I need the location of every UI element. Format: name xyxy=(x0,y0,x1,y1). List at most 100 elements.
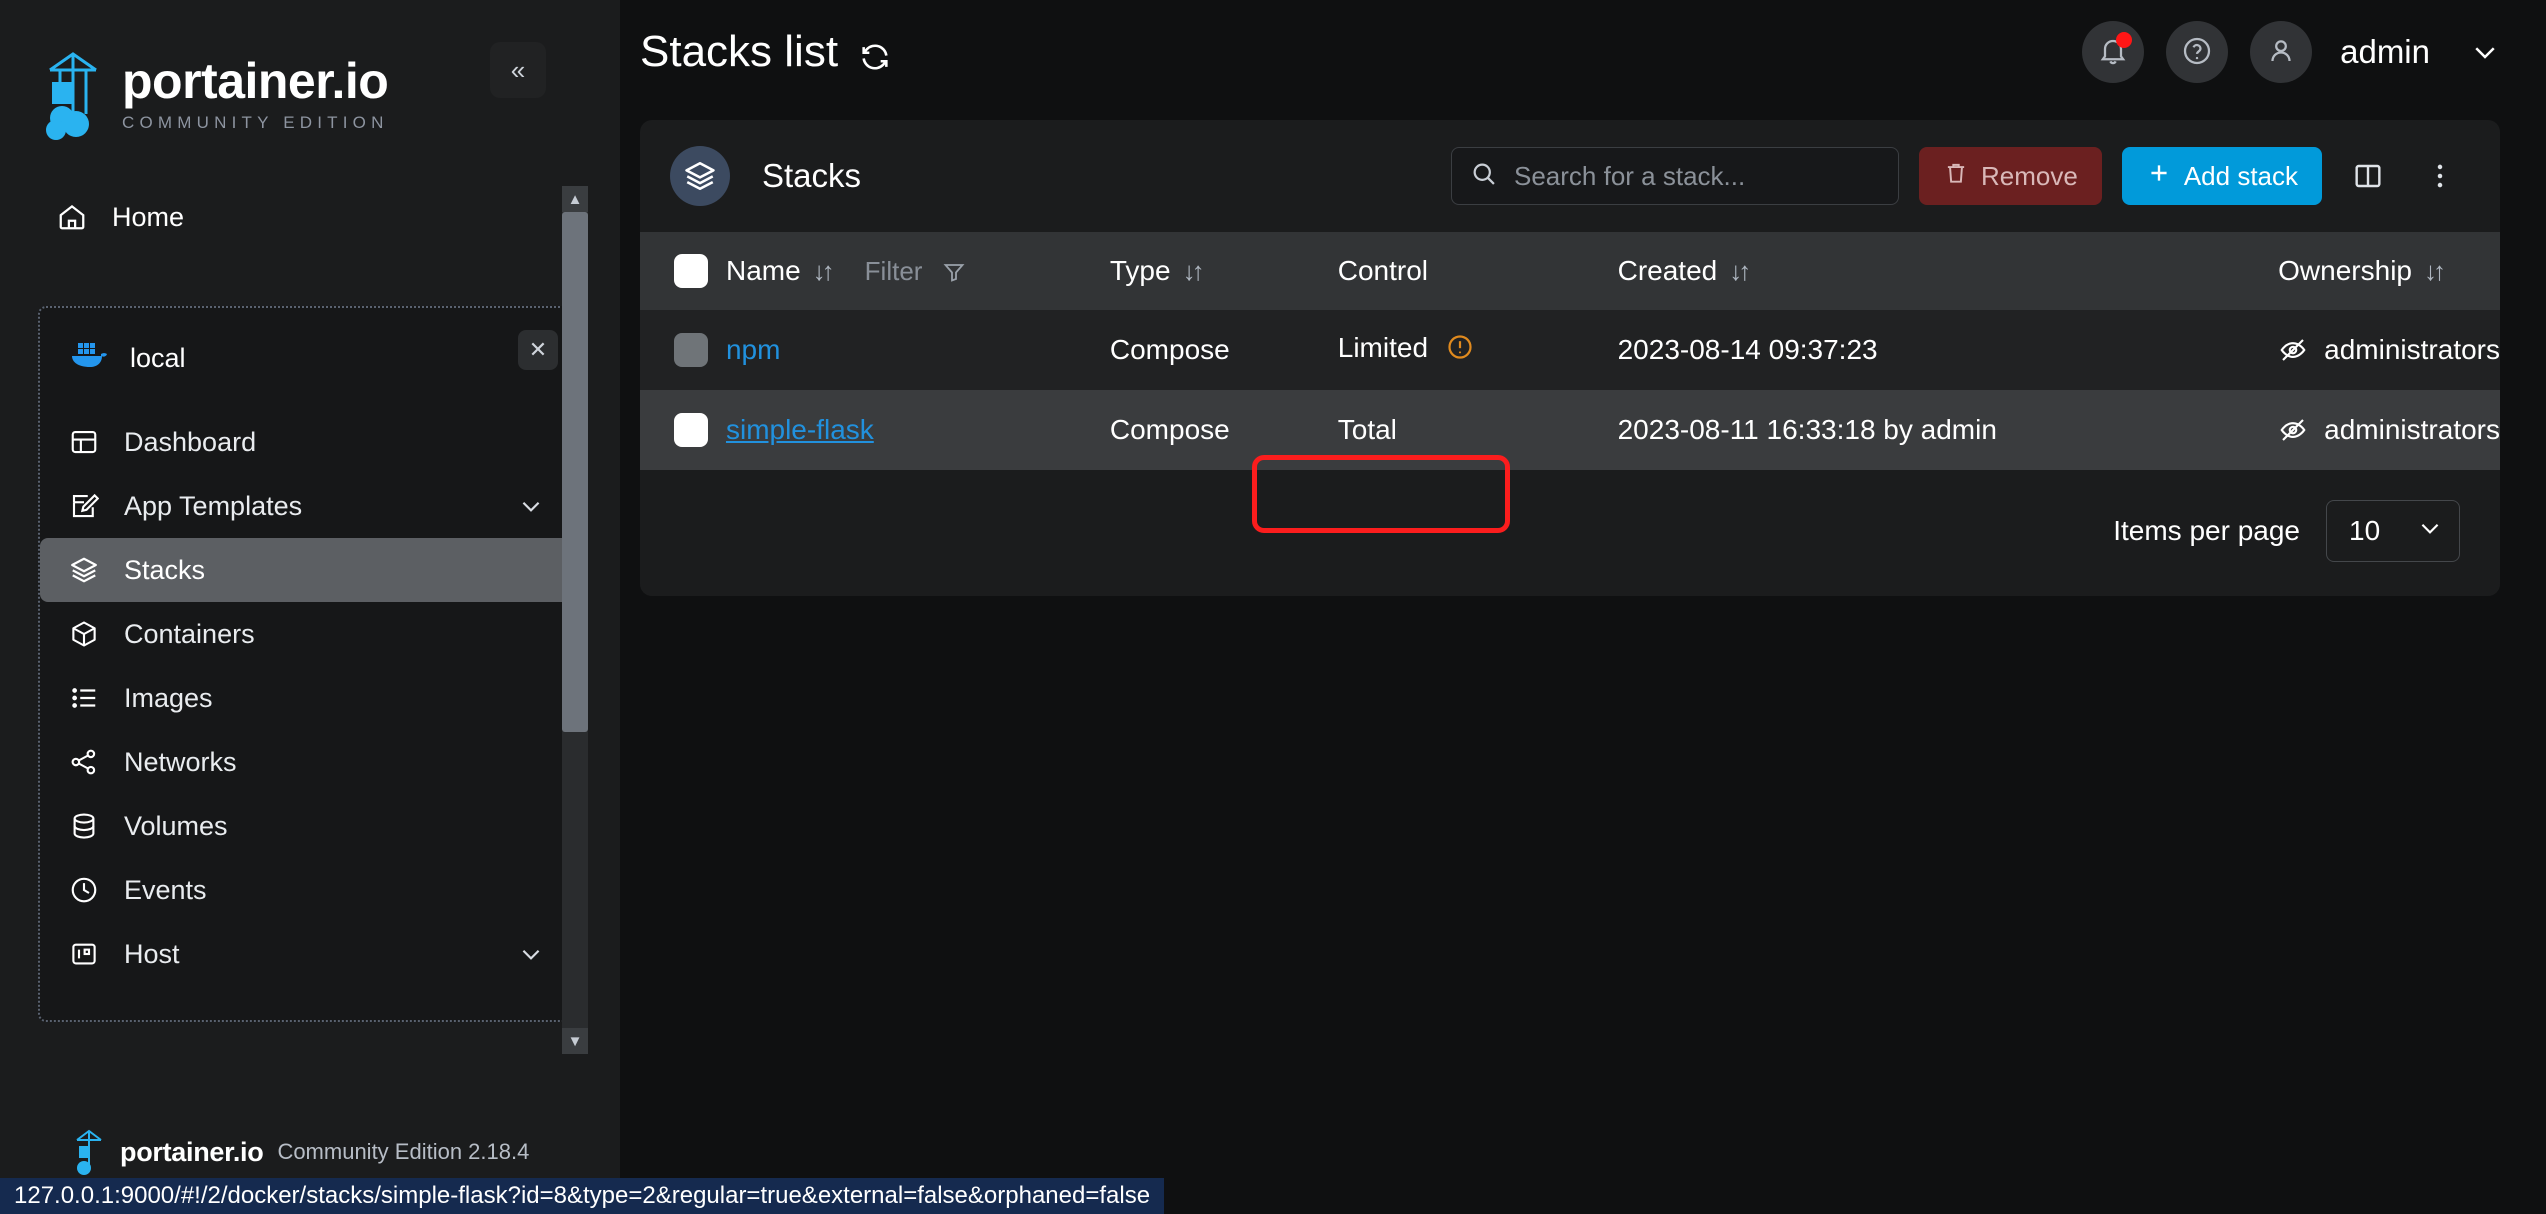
add-stack-button[interactable]: Add stack xyxy=(2122,147,2322,205)
column-header-name[interactable]: Name ↓↑ Filter xyxy=(726,232,1110,310)
search-box[interactable] xyxy=(1451,147,1899,205)
scrollbar-thumb[interactable] xyxy=(562,212,588,732)
refresh-icon[interactable] xyxy=(858,35,892,69)
row-ownership-cell: administrators xyxy=(2278,390,2500,470)
stacks-table: Name ↓↑ Filter xyxy=(640,232,2500,470)
server-panel-icon xyxy=(68,938,100,970)
column-header-type[interactable]: Type ↓↑ xyxy=(1110,232,1338,310)
column-header-ownership[interactable]: Ownership ↓↑ xyxy=(2278,232,2500,310)
sidebar-collapse-button[interactable]: « xyxy=(490,42,546,98)
column-header-control: Control xyxy=(1338,232,1618,310)
top-bar-actions: admin xyxy=(2082,21,2500,83)
share-nodes-icon xyxy=(68,746,100,778)
question-circle-icon xyxy=(2181,35,2213,70)
help-button[interactable] xyxy=(2166,21,2228,83)
scroll-down-arrow-icon[interactable]: ▼ xyxy=(562,1028,588,1054)
search-icon xyxy=(1470,160,1498,193)
remove-button[interactable]: Remove xyxy=(1919,147,2102,205)
chevron-down-icon[interactable] xyxy=(518,941,544,967)
chevron-down-icon xyxy=(2417,515,2443,548)
sort-arrows-icon[interactable]: ↓↑ xyxy=(813,256,831,287)
chevron-down-icon[interactable] xyxy=(2470,37,2500,67)
sidebar-item-containers[interactable]: Containers xyxy=(40,602,580,666)
sidebar: portainer.io COMMUNITY EDITION « Home xyxy=(0,0,620,1214)
eye-slash-icon xyxy=(2278,415,2308,445)
sidebar-item-networks[interactable]: Networks xyxy=(40,730,580,794)
notifications-button[interactable] xyxy=(2082,21,2144,83)
row-checkbox[interactable] xyxy=(674,413,708,447)
scroll-up-arrow-icon[interactable]: ▲ xyxy=(562,186,588,212)
clock-icon xyxy=(68,874,100,906)
sidebar-item-label: Dashboard xyxy=(124,427,256,458)
sort-arrows-icon[interactable]: ↓↑ xyxy=(2424,256,2442,287)
row-name-cell: simple-flask xyxy=(726,390,1110,470)
page-title: Stacks list xyxy=(620,27,892,77)
sidebar-item-label: Images xyxy=(124,683,213,714)
user-avatar-button[interactable] xyxy=(2250,21,2312,83)
chevron-double-left-icon: « xyxy=(511,57,525,83)
plus-icon xyxy=(2146,160,2172,193)
sidebar-footer: portainer.io Community Edition 2.18.4 xyxy=(0,1128,620,1176)
column-header-created-label: Created xyxy=(1618,255,1718,287)
row-checkbox[interactable] xyxy=(674,333,708,367)
sidebar-item-label: Stacks xyxy=(124,555,205,586)
funnel-icon[interactable] xyxy=(942,259,966,283)
stack-name-link[interactable]: simple-flask xyxy=(726,414,874,445)
remove-button-label: Remove xyxy=(1981,161,2078,192)
row-created-cell: 2023-08-11 16:33:18 by admin xyxy=(1618,390,2279,470)
table-row[interactable]: simple-flask Compose Total 2023-08-11 16… xyxy=(640,390,2500,470)
sidebar-item-stacks[interactable]: Stacks xyxy=(40,538,580,602)
row-type-cell: Compose xyxy=(1110,390,1338,470)
table-row[interactable]: npm Compose Limited 2023-08-14 09:37:23 xyxy=(640,310,2500,390)
sort-arrows-icon[interactable]: ↓↑ xyxy=(1183,256,1201,287)
items-per-page-label: Items per page xyxy=(2113,515,2300,547)
docker-whale-icon xyxy=(68,341,108,376)
filter-label[interactable]: Filter xyxy=(865,256,923,287)
select-all-checkbox[interactable] xyxy=(674,254,708,288)
table-header-row: Name ↓↑ Filter xyxy=(640,232,2500,310)
sidebar-item-host[interactable]: Host xyxy=(40,922,580,986)
notification-badge xyxy=(2116,32,2132,48)
layers-icon xyxy=(670,146,730,206)
add-stack-button-label: Add stack xyxy=(2184,161,2298,192)
sidebar-item-images[interactable]: Images xyxy=(40,666,580,730)
search-input[interactable] xyxy=(1514,161,1880,192)
row-control-label: Limited xyxy=(1338,332,1428,363)
sidebar-item-dashboard[interactable]: Dashboard xyxy=(40,410,580,474)
card-title: Stacks xyxy=(762,157,861,195)
footer-version: Community Edition 2.18.4 xyxy=(277,1139,529,1165)
dashboard-icon xyxy=(68,426,100,458)
card-toolbar: Stacks xyxy=(640,120,2500,232)
row-type-cell: Compose xyxy=(1110,310,1338,390)
column-header-created[interactable]: Created ↓↑ xyxy=(1618,232,2279,310)
table-body: npm Compose Limited 2023-08-14 09:37:23 xyxy=(640,310,2500,470)
sidebar-item-events[interactable]: Events xyxy=(40,858,580,922)
select-all-header xyxy=(640,232,726,310)
user-icon xyxy=(2265,35,2297,70)
sidebar-nav-list: Dashboard App Templates xyxy=(40,410,580,986)
portainer-app: portainer.io COMMUNITY EDITION « Home xyxy=(0,0,2546,1214)
status-bar: 127.0.0.1:9000/#!/2/docker/stacks/simple… xyxy=(0,1178,1164,1214)
top-bar: Stacks list xyxy=(620,0,2546,104)
environment-header[interactable]: local xyxy=(40,330,580,386)
sidebar-item-home[interactable]: Home xyxy=(0,186,620,248)
sidebar-item-label: Volumes xyxy=(124,811,228,842)
sidebar-item-app-templates[interactable]: App Templates xyxy=(40,474,580,538)
kebab-menu-icon[interactable] xyxy=(2414,150,2466,202)
sidebar-item-label: Events xyxy=(124,875,207,906)
trash-icon xyxy=(1943,160,1969,193)
items-per-page-select[interactable]: 10 xyxy=(2326,500,2460,562)
column-header-ownership-label: Ownership xyxy=(2278,255,2412,287)
columns-layout-icon[interactable] xyxy=(2342,150,2394,202)
chevron-down-icon[interactable] xyxy=(518,493,544,519)
username-label: admin xyxy=(2340,33,2430,71)
row-control-cell: Limited xyxy=(1338,310,1618,390)
sort-arrows-icon[interactable]: ↓↑ xyxy=(1729,256,1747,287)
close-icon[interactable]: ✕ xyxy=(518,330,558,370)
stack-name-link[interactable]: npm xyxy=(726,334,780,365)
sidebar-item-volumes[interactable]: Volumes xyxy=(40,794,580,858)
edit-square-icon xyxy=(68,490,100,522)
sidebar-item-label: Networks xyxy=(124,747,237,778)
row-ownership-label: administrators xyxy=(2324,414,2500,446)
sidebar-scrollbar[interactable]: ▲ ▼ xyxy=(562,186,588,1054)
